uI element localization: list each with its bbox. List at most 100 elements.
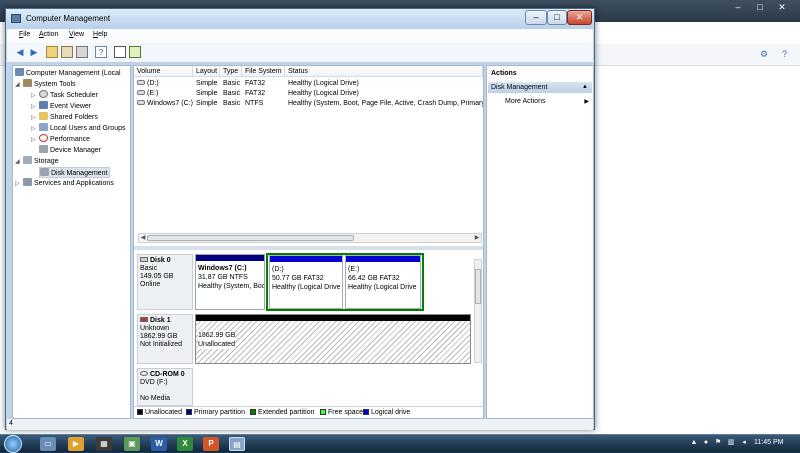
menu-help[interactable]: Help bbox=[93, 31, 107, 38]
tools-icon bbox=[23, 79, 32, 87]
disk-map: Disk 0 Basic 149.05 GB Online Windows7 (… bbox=[134, 250, 483, 406]
help-icon[interactable]: ? bbox=[95, 46, 107, 58]
column-layout[interactable]: Layout bbox=[193, 66, 220, 77]
show-hide-tree-icon[interactable] bbox=[61, 46, 73, 58]
disk-icon bbox=[40, 168, 49, 176]
video-taskbar-icon[interactable]: ▦ bbox=[96, 437, 112, 451]
tree-event-viewer[interactable]: ▷ Event Viewer bbox=[31, 101, 91, 112]
table-row[interactable]: (D:) bbox=[134, 79, 193, 89]
tree-storage[interactable]: ◢ Storage bbox=[15, 156, 59, 167]
explorer-taskbar-icon[interactable]: ▭ bbox=[40, 437, 56, 451]
legend: Unallocated Primary partition Extended p… bbox=[134, 406, 483, 418]
check-icon[interactable] bbox=[129, 46, 141, 58]
bg-help-icon[interactable]: ? bbox=[782, 49, 787, 59]
forward-arrow-icon[interactable]: ▶ bbox=[28, 46, 40, 58]
volume-icon[interactable]: ◂ bbox=[740, 439, 748, 447]
tree-disk-management[interactable]: Disk Management bbox=[39, 167, 111, 178]
bg-minimize-icon[interactable]: – bbox=[727, 0, 749, 14]
close-button[interactable]: ✕ bbox=[567, 10, 592, 25]
bg-maximize-icon[interactable]: □ bbox=[749, 0, 771, 14]
more-actions-item[interactable]: More Actions ▶ bbox=[505, 98, 593, 105]
table-row[interactable]: (E:) bbox=[134, 89, 193, 99]
cell-file-system: FAT32 bbox=[245, 90, 266, 97]
up-folder-icon[interactable] bbox=[46, 46, 58, 58]
navigation-tree: Computer Management (Local ◢ System Tools… bbox=[12, 65, 131, 419]
computer-management-taskbar-icon[interactable]: ▤ bbox=[229, 437, 245, 451]
tree-local-users[interactable]: ▷ Local Users and Groups bbox=[31, 123, 125, 134]
menu-view[interactable]: View bbox=[69, 31, 84, 38]
drive-icon bbox=[137, 80, 145, 85]
actions-section-disk-management[interactable]: Disk Management ▲ bbox=[488, 82, 592, 93]
computer-management-window: Computer Management – □ ✕ File Action Vi… bbox=[5, 8, 595, 430]
network-taskbar-icon[interactable]: ▣ bbox=[124, 437, 140, 451]
scroll-left-icon[interactable]: ◀ bbox=[139, 234, 147, 242]
extended-partition[interactable]: (D:) 50.77 GB FAT32 Healthy (Logical Dri… bbox=[266, 253, 424, 311]
maximize-button[interactable]: □ bbox=[547, 10, 567, 25]
tree-services-applications[interactable]: ▷ Services and Applications bbox=[15, 178, 114, 189]
table-row[interactable]: Windows7 (C:) bbox=[134, 99, 193, 109]
column-status[interactable]: Status bbox=[285, 66, 483, 77]
disk1-label[interactable]: Disk 1 Unknown 1862.99 GB Not Initialize… bbox=[137, 314, 193, 364]
media-player-taskbar-icon[interactable]: ▶ bbox=[68, 437, 84, 451]
primary-swatch bbox=[186, 409, 192, 415]
free-space-swatch bbox=[320, 409, 326, 415]
cell-type: Basic bbox=[223, 80, 241, 87]
tree-device-manager[interactable]: Device Manager bbox=[31, 145, 101, 156]
storage-icon bbox=[23, 156, 32, 164]
cdrom-label[interactable]: CD-ROM 0 DVD (F:) No Media bbox=[137, 368, 193, 406]
action-center-icon[interactable]: ⚑ bbox=[714, 439, 722, 447]
column-volume[interactable]: Volume bbox=[134, 66, 193, 77]
collapse-arrow-icon[interactable]: ◢ bbox=[15, 80, 23, 91]
window-titlebar[interactable]: Computer Management – □ ✕ bbox=[6, 9, 594, 29]
collapse-up-icon[interactable]: ▲ bbox=[582, 82, 588, 93]
bg-close-icon[interactable]: ✕ bbox=[771, 0, 793, 14]
unallocated-swatch bbox=[137, 409, 143, 415]
bg-settings-icon[interactable]: ⚙ bbox=[760, 49, 768, 60]
tree-system-tools[interactable]: ◢ System Tools bbox=[15, 79, 76, 90]
export-list-icon[interactable] bbox=[114, 46, 126, 58]
column-file-system[interactable]: File System bbox=[242, 66, 285, 77]
tree-shared-folders[interactable]: ▷ Shared Folders bbox=[31, 112, 98, 123]
scroll-right-icon[interactable]: ▶ bbox=[473, 234, 481, 242]
partition-e[interactable]: (E:) 66.42 GB FAT32 Healthy (Logical Dri… bbox=[345, 255, 421, 309]
legend-primary: Primary partition bbox=[186, 409, 245, 416]
status-text: 4 bbox=[9, 420, 13, 427]
menu-action[interactable]: Action bbox=[39, 31, 58, 38]
minimize-button[interactable]: – bbox=[525, 10, 547, 25]
tree-performance[interactable]: ▷ Performance bbox=[31, 134, 90, 145]
tray-arrow-icon[interactable]: ▲ bbox=[690, 439, 698, 447]
collapse-arrow-icon[interactable]: ◢ bbox=[15, 157, 23, 168]
legend-free-space: Free space bbox=[320, 409, 363, 416]
clock[interactable]: 11:45 PM bbox=[754, 439, 783, 446]
partition-d[interactable]: (D:) 50.77 GB FAT32 Healthy (Logical Dri… bbox=[269, 255, 343, 309]
window-title: Computer Management bbox=[26, 14, 111, 23]
disk-icon bbox=[140, 257, 148, 262]
vertical-scrollbar[interactable] bbox=[474, 259, 482, 363]
partition-c[interactable]: Windows7 (C:) 31.87 GB NTFS Healthy (Sys… bbox=[195, 254, 265, 310]
powerpoint-taskbar-icon[interactable]: P bbox=[203, 437, 219, 451]
disk0-label[interactable]: Disk 0 Basic 149.05 GB Online bbox=[137, 254, 193, 310]
expand-arrow-icon[interactable]: ▷ bbox=[15, 179, 23, 190]
cell-layout: Simple bbox=[196, 100, 218, 107]
menu-file[interactable]: File bbox=[19, 31, 30, 38]
cell-status: Healthy (System, Boot, Page File, Active… bbox=[288, 100, 483, 107]
network-icon[interactable]: ▥ bbox=[727, 439, 735, 447]
cell-status: Healthy (Logical Drive) bbox=[288, 80, 359, 87]
back-arrow-icon[interactable]: ◀ bbox=[14, 46, 26, 58]
performance-icon bbox=[39, 134, 48, 142]
horizontal-scrollbar[interactable]: ◀ ▶ bbox=[138, 233, 482, 243]
logical-swatch bbox=[363, 409, 369, 415]
column-type[interactable]: Type bbox=[220, 66, 242, 77]
tree-task-scheduler[interactable]: ▷ Task Scheduler bbox=[31, 90, 98, 101]
cell-file-system: FAT32 bbox=[245, 80, 266, 87]
unallocated-space[interactable]: 1862.99 GB Unallocated bbox=[195, 314, 471, 364]
tray-app-icon[interactable]: ● bbox=[702, 439, 710, 447]
word-taskbar-icon[interactable]: W bbox=[151, 437, 167, 451]
properties-icon[interactable] bbox=[76, 46, 88, 58]
excel-taskbar-icon[interactable]: X bbox=[177, 437, 193, 451]
scroll-thumb[interactable] bbox=[475, 269, 481, 304]
tree-computer-management[interactable]: Computer Management (Local bbox=[15, 68, 121, 79]
scroll-thumb[interactable] bbox=[147, 235, 354, 241]
status-bar: 4 bbox=[7, 419, 593, 430]
start-button[interactable] bbox=[4, 435, 22, 453]
